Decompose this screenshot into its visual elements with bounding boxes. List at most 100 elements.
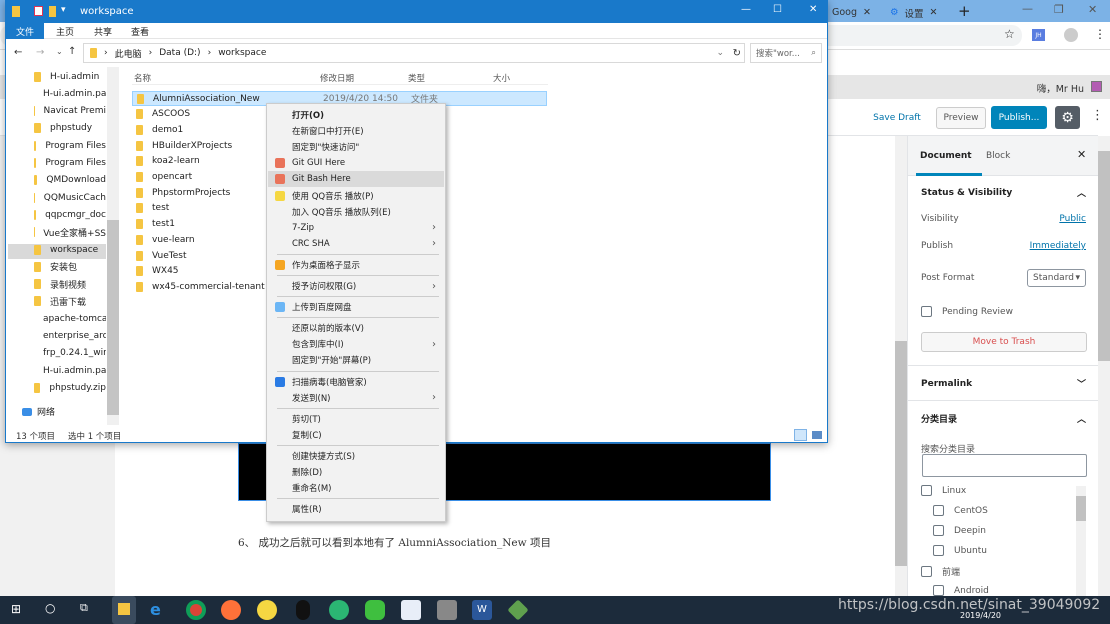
category-checkbox-ubuntu[interactable]: Ubuntu — [933, 545, 1086, 556]
nav-item[interactable]: frp_0.24.1_wir — [34, 346, 106, 361]
menu-item[interactable]: 发送到(N) › — [268, 390, 444, 406]
address-bar[interactable]: › 此电脑 › Data (D:) › workspace ⌄ ↻ — [83, 43, 745, 63]
pending-review-checkbox[interactable]: Pending Review — [921, 306, 1086, 317]
nav-item[interactable]: 安装包 — [34, 259, 106, 274]
menu-item[interactable]: 作为桌面格子显示 — [268, 257, 444, 273]
nav-item[interactable]: 迅雷下载 — [34, 294, 106, 309]
permalink-panel-toggle[interactable]: Permalink ﹀ — [921, 377, 1086, 391]
nav-item[interactable]: phpstudy — [34, 121, 106, 136]
category-checkbox-frontend[interactable]: 前端 — [921, 565, 1086, 578]
user-avatar[interactable] — [1091, 81, 1102, 92]
back-arrow-icon[interactable]: ← — [14, 47, 22, 58]
minimize-icon[interactable]: — — [1022, 2, 1033, 15]
menu-item[interactable]: 使用 QQ音乐 播放(P) — [268, 188, 444, 204]
close-tab-icon[interactable]: ✕ — [863, 7, 871, 18]
breadcrumb-this-pc[interactable]: 此电脑 — [115, 47, 142, 60]
tab-document[interactable]: Document — [920, 151, 972, 161]
nav-item[interactable]: Vue全家桶+SS — [34, 225, 106, 240]
taskbar-file-explorer[interactable] — [112, 596, 136, 624]
category-checkbox-linux[interactable]: Linux — [921, 485, 1086, 496]
large-icons-view-icon[interactable] — [812, 431, 822, 439]
tab-block[interactable]: Block — [986, 151, 1010, 161]
content-paragraph[interactable]: 6、 成功之后就可以看到本地有了 AlumniAssociation_New 项… — [238, 535, 551, 550]
preview-button[interactable]: Preview — [936, 107, 986, 129]
task-view-icon[interactable]: ⧉ — [80, 601, 88, 615]
nav-item[interactable]: Program Files — [34, 156, 106, 171]
tab-share[interactable]: 共享 — [86, 23, 120, 39]
category-checkbox-centos[interactable]: CentOS — [933, 505, 1086, 516]
tab-view[interactable]: 查看 — [122, 23, 158, 39]
taskbar-app-icon[interactable] — [437, 600, 457, 620]
menu-item[interactable]: 复制(C) — [268, 427, 444, 443]
taskbar-qq-icon[interactable] — [296, 600, 310, 620]
bookmark-star-icon[interactable]: ☆ — [1004, 27, 1015, 41]
refresh-icon[interactable]: ↻ — [733, 48, 741, 59]
menu-item[interactable]: 固定到"开始"屏幕(P) — [268, 352, 444, 368]
menu-item[interactable]: 属性(R) — [268, 501, 444, 517]
taskbar-video-icon[interactable] — [329, 600, 349, 620]
nav-item[interactable]: H-ui.admin — [34, 69, 106, 84]
categories-panel-toggle[interactable]: 分类目录 ︿ — [921, 412, 1086, 425]
start-windows-icon[interactable]: ⊞ — [11, 602, 21, 616]
status-visibility-panel-toggle[interactable]: Status & Visibility ︿ — [921, 186, 1086, 200]
nav-item[interactable]: QQMusicCach — [34, 190, 106, 205]
search-categories-input[interactable] — [922, 454, 1087, 477]
clock-date[interactable]: 2019/4/20 — [960, 611, 1001, 620]
categories-scrollbar[interactable] — [1076, 486, 1086, 596]
nav-item[interactable]: qqpcmgr_doc — [34, 207, 106, 222]
nav-scrollbar[interactable] — [107, 67, 119, 425]
menu-item[interactable]: Git Bash Here — [268, 171, 444, 188]
nav-item[interactable]: 录制视频 — [34, 277, 106, 292]
tab-file[interactable]: 文件 — [6, 23, 44, 39]
save-draft-button[interactable]: Save Draft — [870, 109, 924, 127]
close-tab-icon[interactable]: ✕ — [930, 7, 938, 18]
chrome-tab-settings[interactable]: ⚙ 设置 ✕ — [890, 3, 938, 22]
chrome-menu-icon[interactable]: ⋮ — [1094, 27, 1106, 41]
menu-item[interactable]: 扫描病毒(电脑管家) — [268, 374, 444, 390]
taskbar-feishu-icon[interactable] — [401, 600, 421, 620]
dropdown-arrow-icon[interactable]: ⌄ — [716, 48, 724, 58]
taskbar-firefox-icon[interactable] — [221, 600, 241, 620]
taskbar-chrome-icon[interactable] — [186, 600, 206, 620]
publish-button[interactable]: Publish... — [991, 106, 1047, 129]
search-circle-icon[interactable]: ○ — [45, 601, 55, 615]
recent-locations-icon[interactable]: ⌄ — [56, 47, 63, 56]
taskbar-wechat-icon[interactable] — [365, 600, 385, 620]
menu-item[interactable]: 授予访问权限(G) › — [268, 278, 444, 294]
category-checkbox-android[interactable]: Android — [933, 585, 1086, 596]
page-scrollbar[interactable] — [1098, 136, 1110, 596]
nav-item[interactable]: H-ui.admin.pa — [34, 363, 106, 378]
menu-item[interactable]: 创建快捷方式(S) — [268, 448, 444, 464]
taskbar-edge-icon[interactable]: e — [150, 600, 170, 620]
customize-toolbar-icon[interactable]: ▾ — [61, 5, 66, 15]
menu-item[interactable]: 上传到百度网盘 — [268, 299, 444, 315]
up-arrow-icon[interactable]: ↑ — [68, 46, 76, 57]
menu-item[interactable]: 删除(D) — [268, 464, 444, 480]
nav-item[interactable]: QMDownload — [34, 173, 106, 188]
breadcrumb-data-d[interactable]: Data (D:) — [159, 48, 200, 58]
column-type[interactable]: 类型 — [408, 72, 425, 84]
taskbar-qqmusic-icon[interactable] — [257, 600, 277, 620]
more-options-icon[interactable]: ⋮ — [1091, 108, 1104, 123]
nav-item[interactable]: phpstudy.zip — [34, 380, 106, 395]
move-to-trash-button[interactable]: Move to Trash — [921, 332, 1087, 352]
nav-item[interactable]: apache-tomca — [34, 311, 106, 326]
menu-item[interactable]: CRC SHA › — [268, 236, 444, 252]
minimize-icon[interactable]: — — [741, 4, 751, 15]
search-input[interactable]: 搜索"wor... ⌕ — [750, 43, 822, 63]
nav-item[interactable]: Navicat Premi — [34, 104, 106, 119]
maximize-icon[interactable]: ❐ — [1054, 3, 1064, 16]
publish-date-link[interactable]: Immediately — [1030, 241, 1086, 251]
menu-item[interactable]: 固定到"快速访问" — [268, 139, 444, 155]
category-checkbox-deepin[interactable]: Deepin — [933, 525, 1086, 536]
chrome-tab-google[interactable]: Goog ✕ — [832, 3, 871, 22]
menu-item[interactable]: 加入 QQ音乐 播放队列(E) — [268, 204, 444, 220]
close-sidebar-icon[interactable]: ✕ — [1077, 148, 1086, 161]
nav-item[interactable]: H-ui.admin.pa — [34, 86, 106, 101]
menu-item[interactable]: Git GUI Here — [268, 155, 444, 171]
editor-scrollbar[interactable] — [895, 136, 907, 596]
menu-item[interactable]: 重命名(M) — [268, 480, 444, 496]
profile-avatar[interactable] — [1064, 28, 1078, 42]
menu-item[interactable]: 还原以前的版本(V) — [268, 320, 444, 336]
column-name[interactable]: 名称 — [134, 72, 151, 84]
